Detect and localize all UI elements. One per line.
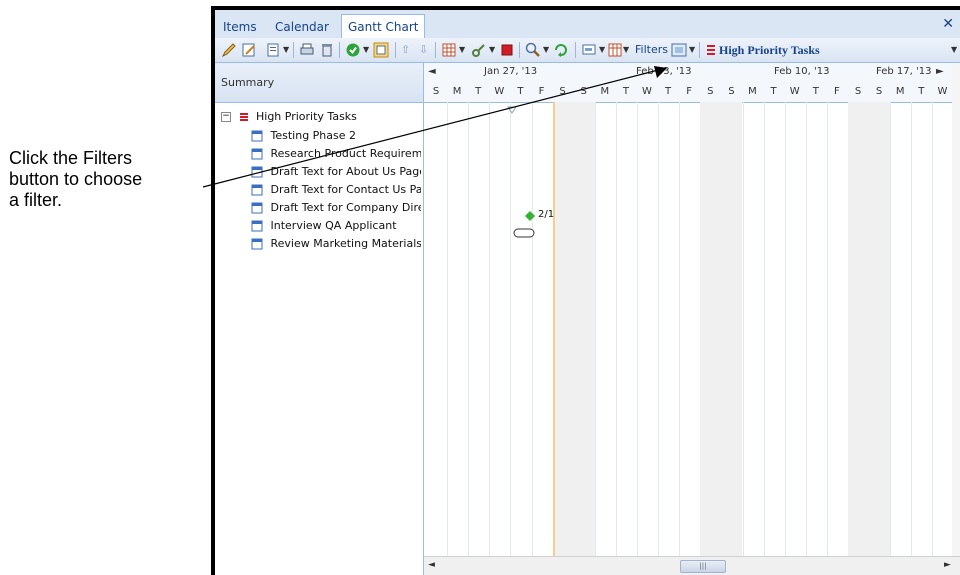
task-bar (513, 228, 535, 238)
horizontal-scrollbar[interactable]: ◄ ||| ► (424, 556, 960, 575)
tab-items[interactable]: Items (217, 16, 263, 38)
tab-calendar[interactable]: Calendar (269, 16, 335, 38)
callout-line-2: button to choose (9, 169, 143, 189)
chevron-down-icon[interactable]: ▼ (283, 45, 289, 54)
vertical-scrollbar[interactable] (952, 63, 960, 556)
move-down-icon[interactable]: ⇩ (419, 42, 428, 58)
tree-item-label: Draft Text for Company Direc (270, 201, 422, 214)
tree-item[interactable]: Testing Phase 2 (251, 127, 421, 145)
chevron-down-icon[interactable]: ▼ (543, 45, 549, 54)
task-icon (251, 184, 263, 196)
filter-icon[interactable] (671, 42, 687, 58)
task-icon (251, 238, 263, 250)
link-icon[interactable] (471, 42, 487, 58)
tab-bar: Items Calendar Gantt Chart ✕ (215, 10, 960, 39)
tree-item[interactable]: Draft Text for Contact Us Pag (251, 181, 421, 199)
callout-line-1: Click the Filters (9, 148, 133, 168)
task-icon (251, 148, 263, 160)
tree-item[interactable]: Research Product Requireme (251, 145, 421, 163)
app-window: Items Calendar Gantt Chart ✕ ▼ ▼ ⇧ ⇩ ▼ ▼… (211, 6, 960, 575)
summary-header[interactable]: Summary (215, 63, 423, 103)
tree-item-label: Research Product Requireme (270, 147, 422, 160)
toolbar-separator (519, 42, 520, 58)
callout-line-3: a filter. (9, 190, 63, 210)
tab-gantt-chart[interactable]: Gantt Chart (341, 14, 426, 39)
toolbar: ▼ ▼ ⇧ ⇩ ▼ ▼ ▼ ▼ ▼ Filters ▼ High Priorit… (215, 38, 960, 63)
current-filter-label[interactable]: High Priority Tasks (719, 42, 820, 58)
scroll-left-arrow-icon[interactable]: ◄ (428, 560, 435, 570)
toolbar-separator (395, 42, 396, 58)
tree-root[interactable]: − High Priority Tasks (221, 108, 357, 126)
milestone-label: 2/1 (538, 209, 555, 220)
grid-icon[interactable] (441, 42, 457, 58)
tree-item[interactable]: Interview QA Applicant (251, 217, 421, 235)
baseline-icon[interactable] (581, 42, 597, 58)
tree-item[interactable]: Draft Text for About Us Page (251, 163, 421, 181)
close-icon[interactable]: ✕ (942, 16, 954, 32)
chevron-down-icon[interactable]: ▼ (623, 45, 629, 54)
callout-text: Click the Filters button to choose a fil… (9, 148, 199, 211)
edit-task-icon[interactable] (241, 42, 257, 58)
summary-marker (507, 106, 517, 114)
collapse-icon[interactable]: − (221, 112, 231, 122)
new-item-icon[interactable] (265, 42, 281, 58)
summary-panel: Summary − High Priority Tasks Testing Ph… (215, 63, 424, 575)
tree-item-label: Testing Phase 2 (270, 129, 357, 142)
pencil-icon[interactable] (221, 42, 237, 58)
tree-item-label: Draft Text for About Us Page (270, 165, 422, 178)
gantt-chart: ◄ Jan 27, '13 Feb 03, '13 Feb 10, '13 Fe… (424, 63, 960, 575)
chevron-down-icon[interactable]: ▼ (489, 45, 495, 54)
tree-item[interactable]: Review Marketing Materials (251, 235, 421, 253)
priority-list-icon (239, 113, 248, 121)
toolbar-separator (339, 42, 340, 58)
stop-icon[interactable] (499, 42, 515, 58)
scroll-thumb[interactable]: ||| (680, 560, 726, 573)
milestone-marker (525, 211, 535, 221)
task-icon (251, 130, 263, 142)
columns-icon[interactable] (607, 42, 623, 58)
print-icon[interactable] (299, 42, 315, 58)
chevron-down-icon[interactable]: ▼ (459, 45, 465, 54)
tree-item-label: Interview QA Applicant (270, 219, 397, 232)
gantt-marks (507, 102, 555, 556)
task-icon (251, 166, 263, 178)
toolbar-separator (435, 42, 436, 58)
move-up-icon[interactable]: ⇧ (401, 42, 410, 58)
zoom-icon[interactable] (525, 42, 541, 58)
priority-list-icon (707, 45, 715, 55)
scroll-right-arrow-icon[interactable]: ► (944, 560, 951, 570)
task-icon (251, 202, 263, 214)
tree-root-label: High Priority Tasks (256, 110, 357, 123)
tree-item[interactable]: Draft Text for Company Direc (251, 199, 421, 217)
tree-item-label: Review Marketing Materials (270, 237, 422, 250)
chevron-down-icon[interactable]: ▼ (363, 45, 369, 54)
complete-icon[interactable] (345, 42, 361, 58)
toolbar-separator (575, 42, 576, 58)
chevron-down-icon[interactable]: ▼ (951, 45, 957, 54)
refresh-icon[interactable] (553, 42, 569, 58)
chevron-down-icon[interactable]: ▼ (689, 45, 695, 54)
tree-item-label: Draft Text for Contact Us Pag (270, 183, 422, 196)
delete-icon[interactable] (319, 42, 335, 58)
task-icon (251, 220, 263, 232)
toolbar-separator (699, 42, 700, 58)
chevron-down-icon[interactable]: ▼ (599, 45, 605, 54)
view-icon[interactable] (373, 42, 389, 58)
toolbar-separator (293, 42, 294, 58)
filters-button[interactable]: Filters (635, 42, 668, 58)
